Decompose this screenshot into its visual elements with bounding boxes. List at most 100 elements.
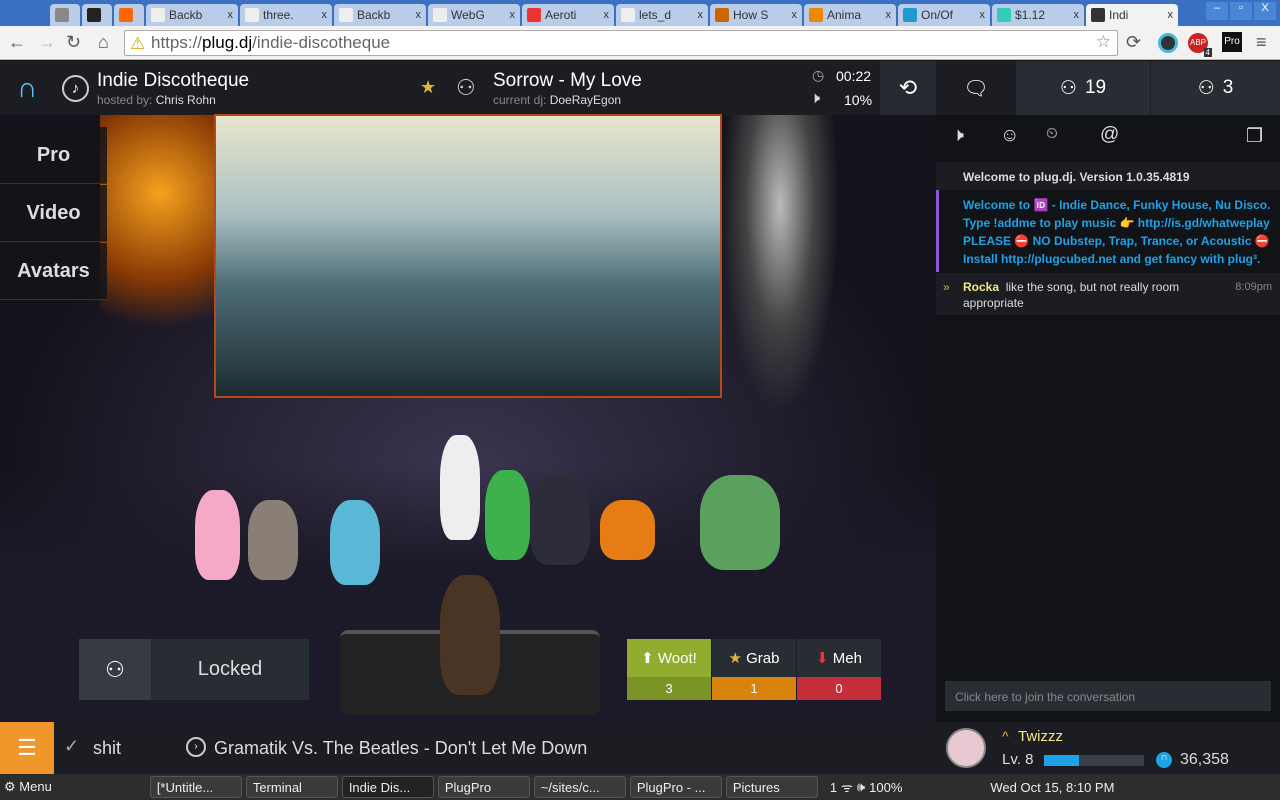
next-song[interactable]: Gramatik Vs. The Beatles - Don't Let Me … [214, 738, 587, 759]
browser-tab-strip: Backb x three. x Backb x WebG x Aeroti x lets… [0, 0, 1280, 26]
audience-avatar[interactable] [600, 500, 655, 560]
chat-toolbar: 🕨 ☺ ⏲ @ ❐ [936, 115, 1280, 160]
minimize-button[interactable]: – [1206, 2, 1228, 20]
menu-avatars[interactable]: Avatars [0, 243, 107, 300]
battery-level[interactable]: 100% [869, 780, 902, 795]
plug-logo-icon[interactable]: ∩ [0, 61, 54, 115]
audience-avatar[interactable] [248, 500, 298, 580]
browser-tab[interactable]: Backb x [146, 4, 238, 26]
chat-message: » Rocka like the song, but not really ro… [936, 273, 1280, 315]
clock[interactable]: Wed Oct 15, 8:10 PM [990, 780, 1114, 795]
close-button[interactable]: X [1254, 2, 1276, 20]
wifi-icon[interactable]: ᯤ [841, 778, 853, 796]
audience-avatar[interactable] [700, 475, 780, 570]
browser-tab[interactable]: WebG x [428, 4, 520, 26]
active-playlist[interactable]: shit [93, 738, 121, 759]
check-icon: ✓ [64, 736, 80, 756]
woot-button[interactable]: ⬆ Woot! 3 [627, 639, 711, 700]
chat-tab[interactable]: 🗨 [936, 61, 1016, 115]
window-controls: – ▫ X [1206, 2, 1276, 20]
chat-sound-icon[interactable]: 🕨 [952, 125, 964, 147]
users-tab[interactable]: ⚇ 19 [1016, 61, 1150, 115]
waitlist-locked-button[interactable]: ⚇ Locked [79, 639, 309, 700]
menu-video[interactable]: Video [0, 185, 107, 242]
username[interactable]: Twizzz [1018, 728, 1063, 745]
taskbar-item[interactable]: ~/sites/c... [533, 776, 626, 798]
browser-tab[interactable]: three. x [240, 4, 332, 26]
favorite-star-icon[interactable]: ★ [420, 77, 436, 98]
browser-tab[interactable]: Backb x [334, 4, 426, 26]
browser-tab[interactable]: How Sx [710, 4, 802, 26]
browser-tab[interactable] [82, 4, 112, 26]
meh-button[interactable]: ⬇ Meh 0 [797, 639, 881, 700]
audience-avatar[interactable] [440, 435, 480, 540]
taskbar-item[interactable]: Indie Dis... [341, 776, 434, 798]
popout-icon[interactable]: ❐ [1246, 125, 1263, 148]
browser-tab[interactable]: lets_d x [616, 4, 708, 26]
reload-icon[interactable]: ↻ [66, 32, 81, 53]
audience-avatar[interactable] [330, 500, 380, 585]
users-icon: ⚇ [1059, 77, 1077, 99]
extension-icon[interactable]: ⟳ [1126, 32, 1141, 53]
browser-tab[interactable] [50, 4, 80, 26]
browser-tab[interactable] [114, 4, 144, 26]
dj-icon: ⚇ [456, 75, 476, 100]
history-button[interactable]: ⟲ [880, 61, 936, 115]
meh-count: 0 [797, 677, 881, 700]
volume-icon[interactable]: 🕨 [810, 90, 820, 108]
bottom-bar: ☰ ✓ shit › Gramatik Vs. The Beatles - Do… [0, 722, 1280, 774]
grab-count: 1 [712, 677, 796, 700]
grab-button[interactable]: ★ Grab 1 [712, 639, 796, 700]
menu-button[interactable]: ⚙ Menu [4, 779, 52, 795]
maximize-button[interactable]: ▫ [1230, 2, 1252, 20]
waitlist-tab[interactable]: ⚇ 3 [1150, 61, 1280, 115]
emoji-icon[interactable]: ☺ [1000, 125, 1019, 147]
browser-tab[interactable]: Aeroti x [522, 4, 614, 26]
browser-tab[interactable]: Anima x [804, 4, 896, 26]
video-player[interactable] [214, 114, 722, 398]
forward-icon[interactable]: → [38, 32, 56, 53]
bookmark-star-icon[interactable]: ☆ [1096, 32, 1111, 52]
volume-level[interactable]: 10% [844, 92, 872, 108]
timestamp-icon[interactable]: ⏲ [1046, 125, 1058, 142]
bouncer-rank-icon: » [943, 280, 950, 294]
taskbar-item[interactable]: [*Untitle... [149, 776, 242, 798]
mention-icon[interactable]: @ [1100, 124, 1119, 146]
home-icon[interactable]: ⌂ [98, 32, 109, 53]
chat-input[interactable]: Click here to join the conversation [945, 681, 1271, 711]
menu-icon[interactable]: ≡ [1256, 32, 1267, 53]
warning-lock-icon: ⚠ [130, 34, 146, 53]
list-icon: ☰ [17, 735, 37, 760]
taskbar-item[interactable]: Pictures [725, 776, 818, 798]
plugpro-extension-icon[interactable]: Pro [1222, 32, 1242, 52]
current-dj: DoeRayEgon [549, 93, 622, 107]
audience-avatar[interactable] [485, 470, 530, 560]
extension-camera-icon[interactable] [1158, 33, 1178, 53]
taskbar-item[interactable]: PlugPro [437, 776, 530, 798]
audience-avatar[interactable] [530, 475, 590, 565]
dj-avatar[interactable] [440, 575, 500, 695]
audience-avatar[interactable] [195, 490, 240, 580]
taskbar-item[interactable]: Terminal [245, 776, 338, 798]
volume-tray-icon[interactable]: 🕪 [857, 779, 865, 795]
thumbs-up-icon: ⬆ [641, 650, 654, 667]
back-icon[interactable]: ← [8, 32, 26, 53]
taskbar-item[interactable]: PlugPro - ... [629, 776, 722, 798]
menu-pro[interactable]: Pro [0, 127, 107, 184]
room-header: ∩ ♪ Indie Discotheque hosted by: Chris R… [0, 61, 936, 115]
url-bar[interactable]: https://plug.dj/indie-discotheque ⚠ ☆ [124, 30, 1118, 56]
room-motd: Welcome to 🆔 - Indie Dance, Funky House,… [936, 190, 1280, 272]
thumbs-down-icon: ⬇ [816, 650, 829, 667]
browser-tab[interactable]: On/Of x [898, 4, 990, 26]
chat-username[interactable]: Rocka [963, 280, 999, 294]
user-avatar[interactable] [946, 728, 986, 768]
browser-tab[interactable]: $1.12 x [992, 4, 1084, 26]
user-points: 36,358 [1180, 751, 1229, 768]
notification-count[interactable]: 1 [830, 780, 837, 795]
user-level: Lv. 8 [1002, 751, 1034, 768]
playlist-menu-button[interactable]: ☰ [0, 722, 54, 774]
os-taskbar: ⚙ Menu [*Untitle... Terminal Indie Dis..… [0, 774, 1280, 800]
room-name[interactable]: Indie Discotheque [97, 70, 249, 92]
adblock-icon[interactable]: ABP 4 [1188, 33, 1212, 57]
browser-tab-active[interactable]: Indi x [1086, 4, 1178, 26]
